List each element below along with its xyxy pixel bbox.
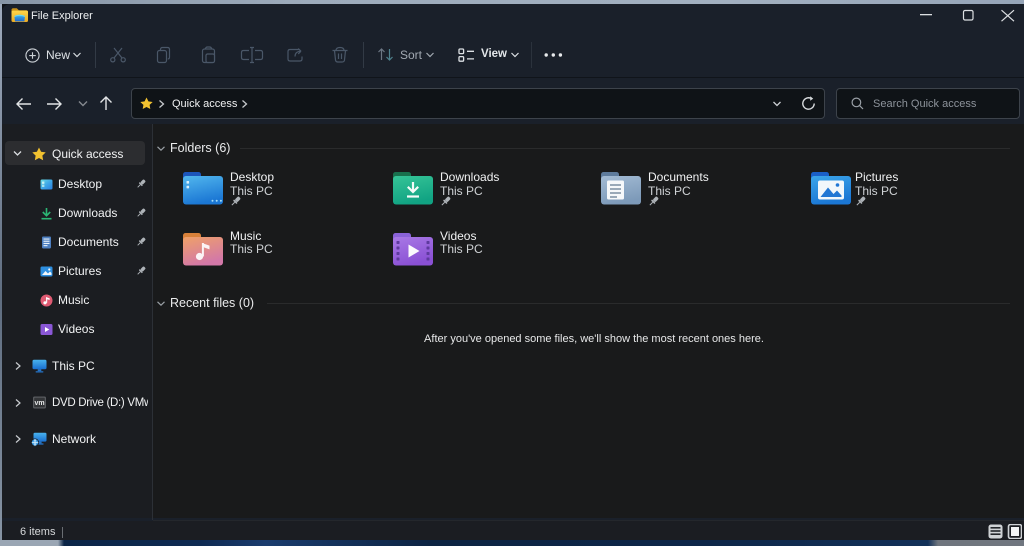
svg-text:vm: vm [34, 400, 44, 407]
